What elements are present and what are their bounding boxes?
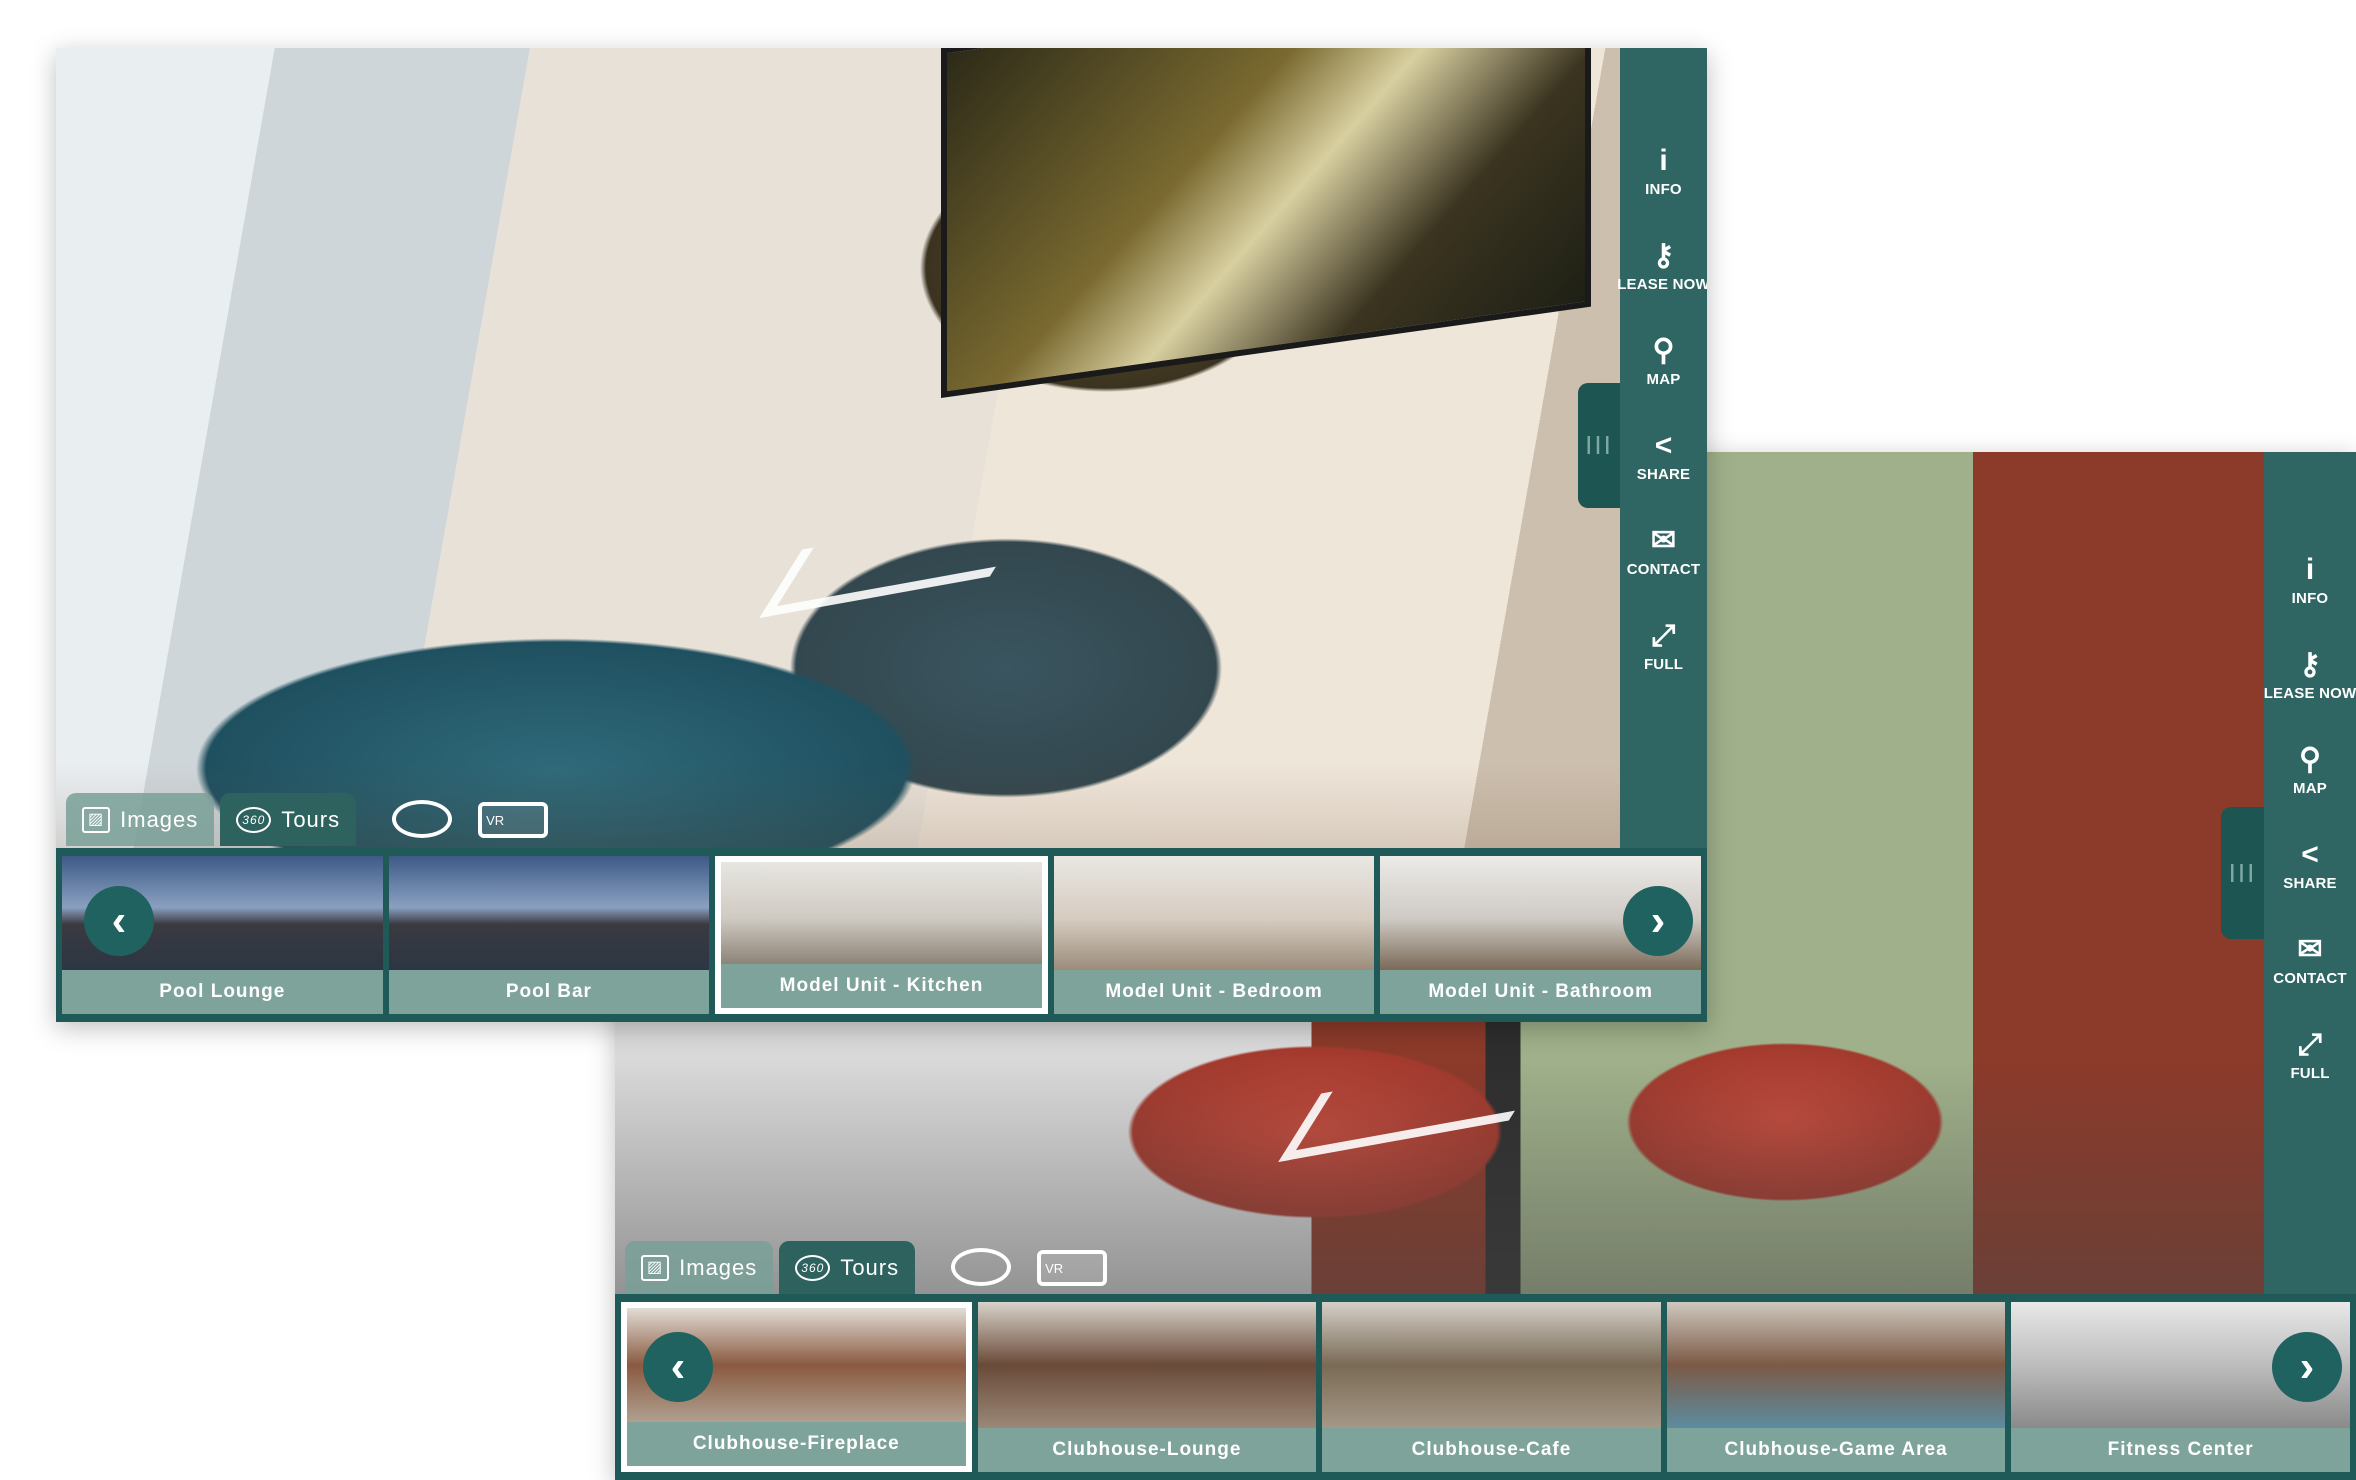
tab-tours[interactable]: 360 Tours <box>779 1241 916 1294</box>
scene-thumbnail[interactable]: Model Unit - Kitchen <box>715 856 1048 1014</box>
thumbnail-image <box>1322 1302 1661 1428</box>
image-icon: ▨ <box>641 1254 670 1281</box>
thumbnail-label: Pool Bar <box>505 981 592 1002</box>
prev-scene-button[interactable]: ‹ <box>84 886 154 956</box>
autorotate-icon[interactable] <box>951 1248 1012 1286</box>
scene-thumbnail[interactable]: Clubhouse-Lounge <box>977 1302 1317 1472</box>
thumbnail-label: Pool Lounge <box>159 981 286 1002</box>
image-icon: ▨ <box>82 806 111 833</box>
thumbnail-label: Clubhouse-Fireplace <box>692 1433 900 1454</box>
envelope-icon: ✉ <box>1650 524 1677 557</box>
sidebar-item-info[interactable]: i INFO <box>1645 143 1682 198</box>
sidebar-item-label: LEASE NOW <box>1617 276 1707 293</box>
thumbnail-image <box>977 1302 1317 1428</box>
thumbnail-image <box>388 856 710 970</box>
tab-images[interactable]: ▨ Images <box>625 1241 774 1294</box>
sidebar-toggle-handle[interactable]: III <box>2221 807 2264 939</box>
sidebar-item-label: MAP <box>1646 371 1681 388</box>
next-scene-button[interactable]: › <box>2272 1332 2342 1402</box>
thumbnail-label: Model Unit - Bedroom <box>1105 981 1323 1002</box>
wall-painting <box>941 48 1591 398</box>
sidebar-item-label: SHARE <box>2283 875 2337 892</box>
tour-window-model-unit: i INFO ⚷ LEASE NOW ⚲ MAP < SHARE ✉ CONTACT ⤢ FULL II… <box>56 48 1707 1022</box>
info-icon: i <box>2305 553 2315 586</box>
key-icon: ⚷ <box>2299 648 2321 681</box>
fullscreen-icon: ⤢ <box>1651 619 1676 652</box>
thumbnail-image <box>1053 856 1375 970</box>
360-icon: 360 <box>795 1254 831 1281</box>
sidebar-item-map[interactable]: ⚲ MAP <box>2293 742 2327 797</box>
sidebar-item-label: LEASE NOW <box>2263 685 2356 702</box>
thumbnail-label: Clubhouse-Game Area <box>1724 1439 1948 1460</box>
vr-mode-button[interactable]: VR <box>1037 1250 1108 1286</box>
scene-thumbnail[interactable]: Model Unit - Bedroom <box>1053 856 1375 1014</box>
sidebar-item-contact[interactable]: ✉ CONTACT <box>2273 932 2347 987</box>
tab-images[interactable]: ▨ Images <box>66 793 215 846</box>
envelope-icon: ✉ <box>2297 933 2323 966</box>
sidebar-item-label: CONTACT <box>2273 970 2347 987</box>
sidebar-item-label: MAP <box>2293 780 2327 797</box>
thumbnail-label: Clubhouse-Cafe <box>1411 1439 1572 1460</box>
thumbnail-image <box>1666 1302 2006 1428</box>
share-icon: < <box>2301 838 2319 871</box>
map-pin-icon: ⚲ <box>2299 743 2321 776</box>
sidebar-item-label: INFO <box>2291 590 2329 607</box>
key-icon: ⚷ <box>1652 239 1675 272</box>
next-scene-button[interactable]: › <box>1623 886 1693 956</box>
sidebar-menu: i INFO ⚷ LEASE NOW ⚲ MAP < SHARE ✉ CONTACT ⤢ FULL <box>1617 48 1707 848</box>
autorotate-icon[interactable] <box>392 800 453 838</box>
thumbnail-image <box>721 862 1042 964</box>
hotspot-arrow[interactable] <box>759 507 1033 619</box>
tab-label: Tours <box>281 806 341 832</box>
vr-mode-button[interactable]: VR <box>478 802 549 838</box>
sidebar-item-label: INFO <box>1645 181 1682 198</box>
fullscreen-icon: ⤢ <box>2298 1028 2322 1061</box>
360-icon: 360 <box>236 806 272 833</box>
prev-scene-button[interactable]: ‹ <box>643 1332 713 1402</box>
share-icon: < <box>1654 429 1673 462</box>
tab-label: Tours <box>840 1254 900 1280</box>
sidebar-item-share[interactable]: < SHARE <box>1637 428 1691 483</box>
sidebar-item-share[interactable]: < SHARE <box>2283 837 2337 892</box>
tab-label: Images <box>120 806 199 832</box>
thumbnail-strip: Pool Lounge Pool Bar Model Unit - Kitchen M… <box>56 848 1707 1022</box>
sidebar-item-full[interactable]: ⤢ FULL <box>2290 1027 2329 1082</box>
scene-thumbnail[interactable]: Clubhouse-Cafe <box>1322 1302 1661 1472</box>
sidebar-menu: i INFO ⚷ LEASE NOW ⚲ MAP < SHARE ✉ CONTACT ⤢ FULL <box>2264 452 2356 1294</box>
sidebar-item-info[interactable]: i INFO <box>2292 552 2329 607</box>
thumbnail-label: Model Unit - Kitchen <box>779 975 984 996</box>
sidebar-item-map[interactable]: ⚲ MAP <box>1647 333 1681 388</box>
sidebar-item-label: FULL <box>1643 656 1684 673</box>
sidebar-item-contact[interactable]: ✉ CONTACT <box>1627 523 1701 578</box>
sidebar-toggle-handle[interactable]: III <box>1578 383 1620 508</box>
map-pin-icon: ⚲ <box>1652 334 1675 367</box>
thumbnail-label: Clubhouse-Lounge <box>1052 1439 1242 1460</box>
gallery-tabs: ▨ Images 360 Tours VR <box>66 793 549 846</box>
sidebar-item-label: SHARE <box>1636 466 1691 483</box>
thumbnail-label: Fitness Center <box>2107 1439 2254 1460</box>
sidebar-item-lease-now[interactable]: ⚷ LEASE NOW <box>1617 238 1707 293</box>
thumbnail-strip: Clubhouse-Fireplace Clubhouse-Lounge Clubh… <box>615 1294 2356 1480</box>
sidebar-item-lease-now[interactable]: ⚷ LEASE NOW <box>2264 647 2356 702</box>
info-icon: i <box>1659 144 1668 177</box>
sidebar-item-label: CONTACT <box>1626 561 1701 578</box>
scene-thumbnail[interactable]: Pool Bar <box>388 856 710 1014</box>
sidebar-item-label: FULL <box>2290 1065 2330 1082</box>
gallery-tabs: ▨ Images 360 Tours VR <box>625 1241 1108 1294</box>
scene-thumbnail[interactable]: Clubhouse-Game Area <box>1666 1302 2006 1472</box>
tab-tours[interactable]: 360 Tours <box>220 793 357 846</box>
thumbnail-label: Model Unit - Bathroom <box>1428 981 1654 1002</box>
sidebar-item-full[interactable]: ⤢ FULL <box>1644 618 1683 673</box>
tab-label: Images <box>679 1254 758 1280</box>
